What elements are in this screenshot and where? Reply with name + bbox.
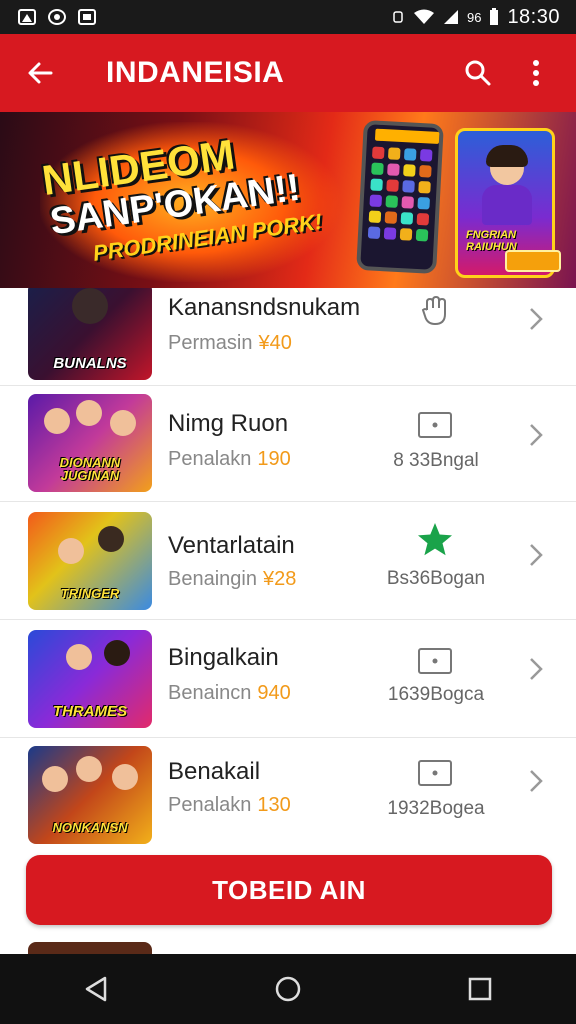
game-title: Kanansndsnukam [168, 294, 361, 321]
hand-icon [416, 296, 454, 326]
app-bar: INDANEISIA [0, 34, 576, 112]
game-meta: Bs36Bogan [386, 568, 486, 589]
battery-icon [490, 8, 499, 25]
game-meta: 1932Bogea [387, 798, 485, 819]
more-options-button[interactable] [516, 53, 556, 93]
game-subtitle: Permasin ¥40 [168, 332, 292, 354]
banner-play-button[interactable] [505, 250, 561, 272]
list-item[interactable]: TRINGER Ventarlatain Benaingin ¥28 Bs36Bo… [0, 504, 576, 620]
search-icon [465, 60, 491, 86]
game-subtitle: Benaingin ¥28 [168, 568, 297, 590]
game-title: Nimg Ruon [168, 410, 289, 437]
game-list: BUNALNS Kanansndsnukam Permasin ¥40 DIONA… [0, 288, 576, 948]
game-thumbnail: DIONANN JUGINAN [28, 394, 152, 492]
chevron-right-icon [526, 420, 546, 450]
screenshot-icon [78, 9, 96, 25]
game-subtitle: Penalakn 130 [168, 794, 291, 816]
game-meta: 8 33Bngal [393, 450, 479, 471]
nav-home-button[interactable] [258, 959, 318, 1019]
game-subtitle: Benaincn 940 [168, 682, 291, 704]
chevron-right-icon [526, 766, 546, 796]
list-item[interactable]: BUNALNS Kanansndsnukam Permasin ¥40 [0, 288, 576, 386]
list-item[interactable]: THRAMES Bingalkain Benaincn 940 1639Bogca [0, 622, 576, 738]
signal-icon [443, 10, 458, 24]
screen-icon [416, 646, 454, 676]
home-nav-icon [275, 976, 301, 1002]
recents-nav-icon [468, 977, 492, 1001]
promo-banner[interactable]: NLIDEOM SANP'OKAN!! PRODRINEIAN PORK! FN… [0, 112, 576, 288]
nav-back-button[interactable] [66, 959, 126, 1019]
character-illustration [478, 143, 536, 225]
media-icon [48, 9, 66, 25]
game-thumbnail: NONKANSN [28, 746, 152, 844]
clock: 18:30 [507, 5, 560, 28]
more-vert-icon [533, 60, 539, 86]
chevron-right-icon [526, 304, 546, 334]
back-nav-icon [85, 976, 107, 1002]
primary-action-button[interactable]: TOBEID AIN [26, 855, 552, 925]
nav-recents-button[interactable] [450, 959, 510, 1019]
wifi-icon [413, 9, 434, 24]
list-item[interactable]: DIONANN JUGINAN Nimg Ruon Penalakn 190 8 … [0, 386, 576, 502]
system-nav-bar [0, 954, 576, 1024]
vibrate-icon [393, 11, 403, 23]
status-bar: 96 18:30 [0, 0, 576, 34]
sim-indicator: 96 [466, 9, 482, 25]
game-thumbnail: BUNALNS [28, 288, 152, 380]
page-title: INDANEISIA [106, 56, 285, 89]
game-title: Bingalkain [168, 644, 279, 671]
game-thumbnail: TRINGER [28, 512, 152, 610]
list-item[interactable]: NONKANSN Benakail Penalakn 130 1932Bogea [0, 740, 576, 856]
screen-icon [416, 758, 454, 788]
chevron-right-icon [526, 654, 546, 684]
phone-tag [374, 128, 440, 144]
game-count: 190 [257, 448, 291, 470]
search-button[interactable] [458, 53, 498, 93]
game-subtitle: Penalakn 190 [168, 448, 291, 470]
game-title: Benakail [168, 758, 261, 785]
game-meta: 1639Bogca [387, 684, 485, 705]
notification-icon [18, 9, 36, 25]
banner-phone-graphic [356, 120, 444, 274]
star-icon [416, 523, 454, 556]
game-count: ¥40 [258, 332, 292, 354]
chevron-right-icon [526, 540, 546, 570]
screen-icon [416, 410, 454, 440]
arrow-back-icon [28, 62, 53, 84]
game-count: ¥28 [262, 568, 297, 590]
game-title: Ventarlatain [168, 532, 295, 559]
game-thumbnail: THRAMES [28, 630, 152, 728]
game-count: 940 [257, 682, 291, 704]
game-count: 130 [257, 794, 291, 816]
back-button[interactable] [0, 34, 80, 112]
next-item-thumbnail-peek [28, 942, 152, 954]
